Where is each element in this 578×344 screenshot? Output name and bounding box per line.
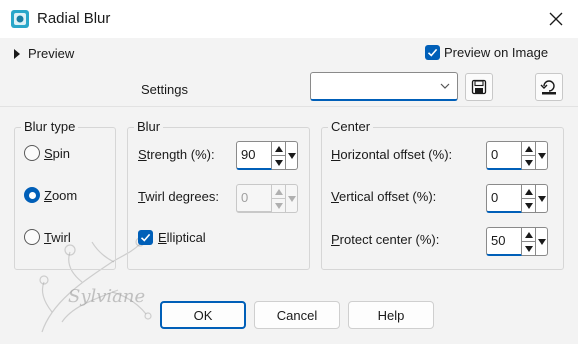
slider-dropdown-icon[interactable] [286,141,298,170]
spin-down-icon[interactable] [522,241,535,255]
cancel-button[interactable]: Cancel [254,301,340,329]
settings-preset-dropdown[interactable] [310,72,458,101]
strength-spinner[interactable]: 90 [236,141,298,170]
strength-label: Strength (%): [138,147,215,162]
save-preset-button[interactable] [465,73,493,101]
preview-on-image-label: Preview on Image [444,45,549,60]
spin-down-icon[interactable] [522,155,535,169]
radio-spin[interactable]: Spin [24,145,70,161]
checkbox-checked-icon [138,230,153,245]
spin-up-icon [272,185,285,198]
radio-on-icon [24,187,40,203]
radio-twirl-label: Twirl [44,229,71,245]
radio-zoom-label: Zoom [44,187,78,203]
spin-up-icon[interactable] [522,185,535,198]
radio-off-icon [24,145,40,161]
preview-expander[interactable]: Preview [14,46,74,61]
horizontal-offset-input[interactable]: 0 [486,141,522,170]
strength-input[interactable]: 90 [236,141,272,170]
spin-down-icon[interactable] [272,155,285,169]
protect-center-input[interactable]: 50 [486,227,522,256]
spin-down-icon [272,198,285,212]
checkbox-checked-icon [425,45,440,60]
help-button[interactable]: Help [348,301,434,329]
close-button[interactable] [538,2,574,36]
reset-defaults-button[interactable] [535,73,563,101]
protect-center-spinner[interactable]: 50 [486,227,548,256]
center-title: Center [328,119,374,134]
caret-right-icon [14,48,20,59]
radio-zoom[interactable]: Zoom [24,187,77,203]
spin-up-icon[interactable] [522,228,535,241]
twirl-degrees-input: 0 [236,184,272,213]
elliptical-checkbox[interactable]: Elliptical [138,230,206,245]
vertical-offset-label: Vertical offset (%): [331,189,437,204]
reset-icon [540,80,556,95]
slider-dropdown-icon [286,184,298,213]
ok-button[interactable]: OK [160,301,246,329]
radio-spin-label: Spin [44,145,71,161]
spin-down-icon[interactable] [522,198,535,212]
elliptical-label: Elliptical [158,230,206,245]
spin-up-icon[interactable] [522,142,535,155]
watermark-signature: Sylviane [68,286,146,307]
twirl-degrees-spinner: 0 [236,184,298,213]
window-title: Radial Blur [37,10,111,27]
slider-dropdown-icon[interactable] [536,227,548,256]
preview-label: Preview [28,46,75,61]
close-icon [549,12,563,26]
chevron-down-icon [440,83,450,89]
spin-up-icon[interactable] [272,142,285,155]
slider-dropdown-icon[interactable] [536,141,548,170]
settings-label: Settings [141,82,188,97]
radio-twirl[interactable]: Twirl [24,229,71,245]
blur-type-title: Blur type [21,119,79,134]
protect-center-label: Protect center (%): [331,232,440,247]
vertical-offset-input[interactable]: 0 [486,184,522,213]
preview-on-image-checkbox[interactable]: Preview on Image [425,45,548,60]
slider-dropdown-icon[interactable] [536,184,548,213]
psp-filter-icon [10,9,30,29]
blur-title: Blur [134,119,164,134]
horizontal-offset-spinner[interactable]: 0 [486,141,548,170]
vertical-offset-spinner[interactable]: 0 [486,184,548,213]
horizontal-offset-label: Horizontal offset (%): [331,147,453,162]
save-icon [471,79,487,95]
twirl-degrees-label: Twirl degrees: [138,189,219,204]
radio-off-icon [24,229,40,245]
